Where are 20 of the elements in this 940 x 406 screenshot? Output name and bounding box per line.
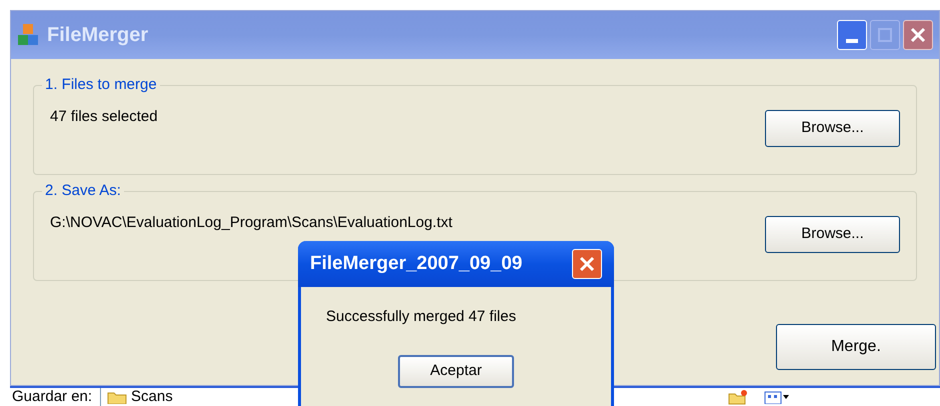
- browse-button[interactable]: Browse...: [765, 110, 900, 147]
- new-folder-icon[interactable]: [728, 389, 748, 405]
- dialog-title: FileMerger_2007_09_09: [310, 252, 522, 276]
- folder-icon: [107, 390, 128, 404]
- blocks-icon: [17, 23, 39, 47]
- group-value: 47 files selected: [50, 107, 158, 127]
- close-icon: [910, 27, 926, 43]
- browse-button[interactable]: Browse...: [765, 216, 900, 253]
- folder-field[interactable]: Scans: [100, 388, 270, 406]
- merge-button[interactable]: Merge.: [776, 324, 936, 370]
- minimize-button[interactable]: [837, 20, 867, 50]
- ok-button[interactable]: Aceptar: [398, 355, 514, 388]
- group-value: G:\NOVAC\EvaluationLog_Program\Scans\EvaluationLog.txt: [50, 213, 452, 233]
- group-label: 1. Files to merge: [42, 75, 160, 95]
- window-title: FileMerger: [47, 23, 148, 48]
- close-icon: [579, 256, 595, 272]
- save-in-label: Guardar en:: [12, 388, 92, 406]
- dialog-message: Successfully merged 47 files: [326, 307, 518, 327]
- close-button[interactable]: [903, 20, 933, 50]
- view-menu-icon[interactable]: [764, 390, 790, 404]
